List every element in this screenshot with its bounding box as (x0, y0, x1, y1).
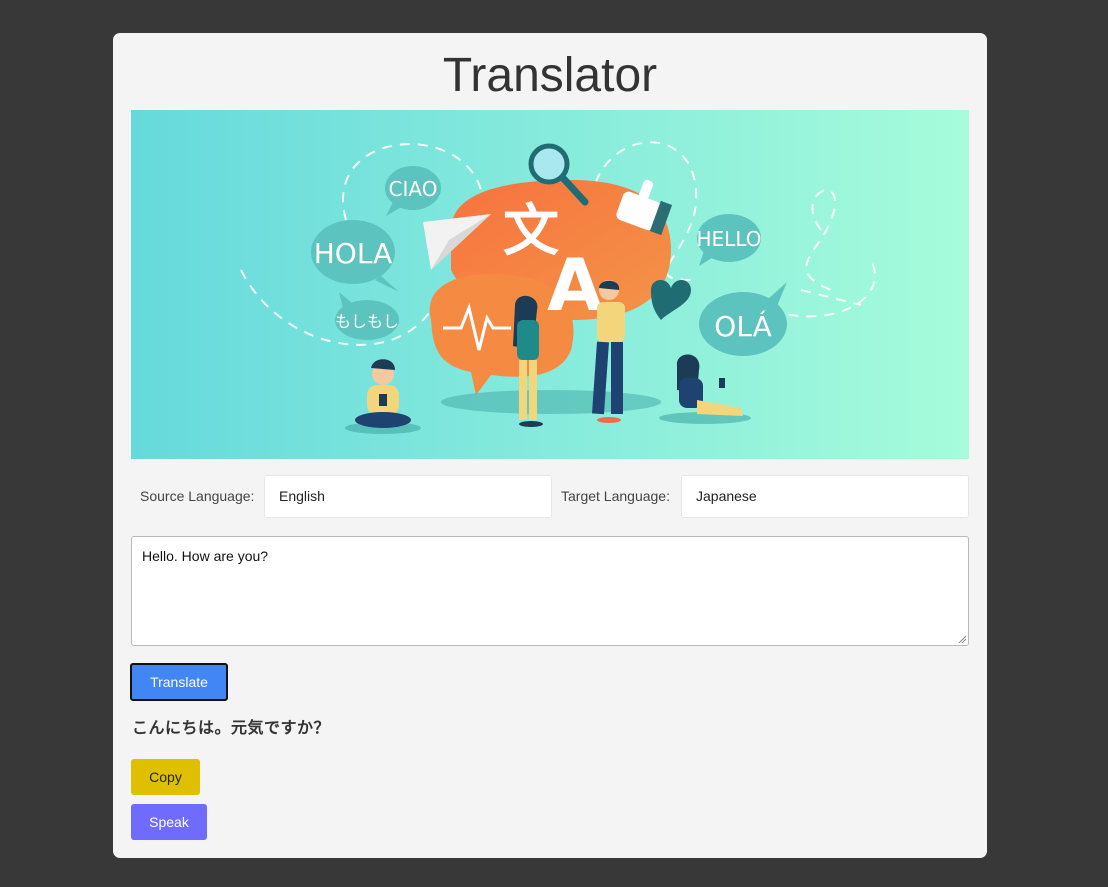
target-language-label: Target Language: (561, 488, 670, 504)
translate-button[interactable]: Translate (130, 663, 228, 701)
source-text-value: Hello. How are you? (142, 548, 269, 564)
source-language-select[interactable]: English (264, 475, 552, 518)
source-text-input[interactable]: Hello. How are you? (131, 536, 969, 646)
translation-result: こんにちは。元気ですか？ (132, 720, 331, 737)
bubble-ciao: CIAO (389, 177, 438, 201)
target-language-select[interactable]: Japanese (681, 475, 969, 518)
bubble-hola: HOLA (314, 237, 393, 270)
speak-button[interactable]: Speak (131, 804, 207, 840)
bubble-moshimoshi: もしもし (335, 312, 399, 331)
bubble-hello: HELLO (697, 227, 762, 251)
page-title: Translator (442, 49, 658, 102)
bubble-ola: OLÁ (714, 309, 771, 343)
copy-button[interactable]: Copy (131, 759, 200, 795)
source-language-label: Source Language: (140, 488, 255, 504)
glyph-a: A (547, 243, 603, 327)
banner-illustration: CIAO HOLA もしもし HELLO OLÁ 文 A (131, 110, 969, 459)
resize-grip-icon[interactable] (958, 635, 966, 643)
